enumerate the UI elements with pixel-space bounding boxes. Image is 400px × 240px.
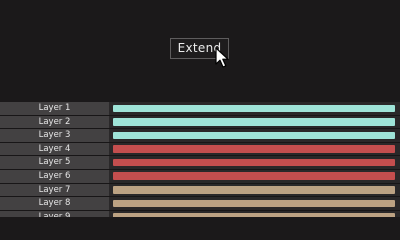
layer-label: Layer 3 [0, 129, 109, 142]
layer-track[interactable] [109, 142, 400, 156]
layer-row[interactable]: Layer 8 [0, 197, 400, 211]
layer-track[interactable] [109, 115, 400, 129]
layer-row[interactable]: Layer 2 [0, 115, 400, 130]
layer-bar[interactable] [113, 131, 395, 140]
layer-bar[interactable] [113, 172, 395, 180]
layer-bar[interactable] [113, 158, 395, 167]
bottom-strip [0, 217, 400, 225]
layer-bar[interactable] [113, 145, 395, 153]
layer-label: Layer 2 [0, 115, 109, 129]
layer-row[interactable]: Layer 4 [0, 142, 400, 157]
layer-row[interactable]: Layer 7 [0, 183, 400, 198]
layer-label: Layer 7 [0, 183, 109, 197]
layer-bar[interactable] [113, 186, 395, 194]
layer-bar[interactable] [113, 104, 395, 112]
layer-row[interactable]: Layer 6 [0, 169, 400, 184]
layer-track[interactable] [109, 183, 400, 197]
layer-track[interactable] [109, 129, 400, 142]
layer-bar[interactable] [113, 199, 395, 208]
layer-row[interactable]: Layer 5 [0, 156, 400, 170]
layer-track[interactable] [109, 102, 400, 115]
layer-label: Layer 1 [0, 102, 109, 115]
layer-list: Layer 1 Layer 2 Layer 3 Layer 4 Layer 5 … [0, 102, 400, 225]
layer-label: Layer 8 [0, 197, 109, 210]
layer-label: Layer 6 [0, 169, 109, 183]
layer-label: Layer 4 [0, 142, 109, 156]
layer-track[interactable] [109, 156, 400, 169]
layer-label: Layer 5 [0, 156, 109, 169]
layer-bar[interactable] [113, 118, 395, 126]
layer-track[interactable] [109, 169, 400, 183]
layer-row[interactable]: Layer 1 [0, 102, 400, 116]
layer-row[interactable]: Layer 3 [0, 129, 400, 143]
layer-track[interactable] [109, 197, 400, 210]
arrow-cursor-icon [215, 47, 229, 68]
